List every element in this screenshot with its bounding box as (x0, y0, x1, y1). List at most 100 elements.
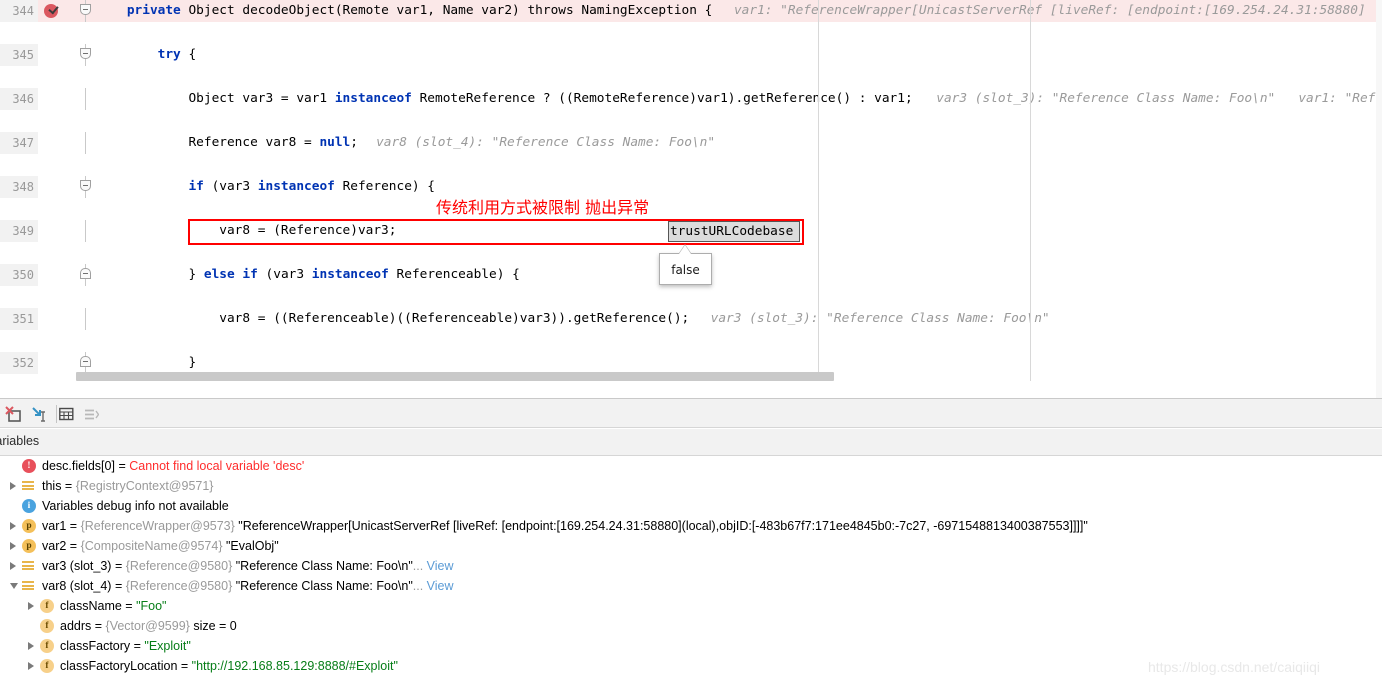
ide-window: 344 private Object decodeObject(Remote v… (0, 0, 1382, 686)
editor-markers-strip[interactable] (1376, 0, 1382, 398)
fold-close-icon[interactable] (80, 356, 91, 367)
fold-column[interactable] (76, 220, 96, 242)
code-text[interactable]: } (96, 352, 196, 374)
view-link[interactable]: View (427, 559, 454, 573)
fold-open-icon[interactable] (80, 48, 91, 59)
fold-column[interactable] (76, 132, 96, 154)
variable-row[interactable]: faddrs = {Vector@9599} size = 0 (0, 616, 1382, 636)
debugger-panel: Variables desc.fields[0] = Cannot find l… (0, 398, 1382, 686)
code-line[interactable]: 345 try { (0, 44, 1382, 66)
code-line[interactable]: 346 Object var3 = var1 instanceof Remote… (0, 88, 1382, 110)
gutter-icons[interactable] (38, 132, 76, 154)
fold-column[interactable] (76, 264, 96, 286)
variable-row[interactable]: fclassFactory = "Exploit" (0, 636, 1382, 656)
fold-open-icon[interactable] (80, 180, 91, 191)
gutter-icons[interactable] (38, 264, 76, 286)
gutter-icons[interactable] (38, 44, 76, 66)
code-text[interactable]: if (var3 instanceof Reference) { (96, 176, 435, 198)
variable-row[interactable]: fclassName = "Foo" (0, 596, 1382, 616)
gutter-icons[interactable] (38, 88, 76, 110)
code-text[interactable]: } else if (var3 instanceof Referenceable… (96, 264, 520, 286)
variable-ref: {Vector@9599} (106, 619, 190, 633)
variable-equals: = (91, 619, 105, 633)
variable-row[interactable]: desc.fields[0] = Cannot find local varia… (0, 456, 1382, 476)
fold-column[interactable] (76, 0, 96, 22)
editor-bottom-pad (0, 381, 1382, 398)
variables-tree[interactable]: desc.fields[0] = Cannot find local varia… (0, 456, 1382, 686)
gutter-icons[interactable] (38, 220, 76, 242)
code-line[interactable]: 347 Reference var8 = null;var8 (slot_4):… (0, 132, 1382, 154)
expand-arrow-right-icon[interactable] (28, 662, 34, 670)
gutter-icons[interactable] (38, 176, 76, 198)
variable-row[interactable]: this = {RegistryContext@9571} (0, 476, 1382, 496)
show-as-table-icon[interactable] (59, 407, 74, 422)
variable-row[interactable]: Variables debug info not available (0, 496, 1382, 516)
variable-name: this (42, 479, 61, 493)
line-number: 351 (0, 308, 38, 330)
variable-equals: = (115, 459, 129, 473)
code-text[interactable]: try { (96, 44, 196, 66)
line-number: 349 (0, 220, 38, 242)
variable-name: classFactory (60, 639, 130, 653)
code-line[interactable]: 352 } (0, 352, 1382, 374)
code-line[interactable]: 344 private Object decodeObject(Remote v… (0, 0, 1382, 22)
fold-close-icon[interactable] (80, 268, 91, 279)
variable-value: "Foo" (136, 599, 166, 613)
expand-arrow-right-icon[interactable] (10, 562, 16, 570)
debugger-tabbar[interactable]: Variables (0, 429, 1382, 456)
variable-ellipsis: ... (413, 579, 423, 593)
expand-arrow-right-icon[interactable] (28, 642, 34, 650)
variable-value: "EvalObj" (226, 539, 279, 553)
expand-arrow-right-icon[interactable] (10, 542, 16, 550)
evaluate-expression-icon[interactable] (5, 406, 23, 423)
variable-ref: {RegistryContext@9571} (76, 479, 214, 493)
code-text[interactable]: var8 = ((Referenceable)((Referenceable)v… (96, 308, 689, 330)
code-text[interactable]: Reference var8 = null; (96, 132, 358, 154)
variable-value: Cannot find local variable 'desc' (129, 459, 304, 473)
expand-arrow-right-icon[interactable] (28, 602, 34, 610)
code-line[interactable]: 351 var8 = ((Referenceable)((Referenceab… (0, 308, 1382, 330)
error-icon (22, 459, 36, 473)
variable-row[interactable]: var3 (slot_3) = {Reference@9580} "Refere… (0, 556, 1382, 576)
variable-row[interactable]: pvar1 = {ReferenceWrapper@9573} "Referen… (0, 516, 1382, 536)
set-value-icon[interactable] (31, 406, 49, 423)
tab-variables[interactable]: Variables (0, 434, 39, 448)
variable-row[interactable]: pvar2 = {CompositeName@9574} "EvalObj" (0, 536, 1382, 556)
fold-column[interactable] (76, 308, 96, 330)
fold-column[interactable] (76, 352, 96, 374)
variable-text: this = {RegistryContext@9571} (42, 476, 213, 496)
variable-value: size = 0 (193, 619, 236, 633)
variable-name: Variables debug info not available (42, 499, 229, 513)
annotation-text: 传统利用方式被限制 抛出异常 (436, 194, 649, 218)
variable-value: "ReferenceWrapper[UnicastServerRef [live… (238, 519, 1088, 533)
view-link[interactable]: View (427, 579, 454, 593)
code-text[interactable]: var8 = (Reference)var3; (96, 220, 396, 242)
variable-equals: = (61, 479, 75, 493)
breakpoint-icon[interactable] (44, 4, 58, 18)
gutter-icons[interactable] (38, 308, 76, 330)
code-line[interactable]: 348 if (var3 instanceof Reference) { (0, 176, 1382, 198)
expand-arrow-right-icon[interactable] (10, 522, 16, 530)
fold-column[interactable] (76, 88, 96, 110)
expand-arrow-right-icon[interactable] (10, 482, 16, 490)
variable-row[interactable]: var8 (slot_4) = {Reference@9580} "Refere… (0, 576, 1382, 596)
inline-watches-icon[interactable] (85, 408, 99, 420)
code-text[interactable]: Object var3 = var1 instanceof RemoteRefe… (96, 88, 913, 110)
info-icon (22, 499, 36, 513)
gutter-icons[interactable] (38, 0, 76, 22)
fold-column[interactable] (76, 176, 96, 198)
expand-arrow-down-icon[interactable] (10, 583, 18, 593)
fold-open-icon[interactable] (80, 4, 91, 15)
code-editor[interactable]: 344 private Object decodeObject(Remote v… (0, 0, 1382, 398)
field-icon: f (40, 639, 54, 653)
inline-debug-hint: var1: "ReferenceWrapper[UnicastServerRef… (734, 0, 1366, 22)
variable-name: className (60, 599, 122, 613)
field-icon: f (40, 599, 54, 613)
variable-text: addrs = {Vector@9599} size = 0 (60, 616, 237, 636)
editor-horizontal-scrollbar[interactable] (76, 372, 834, 381)
gutter-icons[interactable] (38, 352, 76, 374)
fold-column[interactable] (76, 44, 96, 66)
variable-text: desc.fields[0] = Cannot find local varia… (42, 456, 304, 476)
inspected-token-box[interactable]: trustURLCodebase (668, 221, 800, 242)
code-text[interactable]: private Object decodeObject(Remote var1,… (96, 0, 712, 22)
